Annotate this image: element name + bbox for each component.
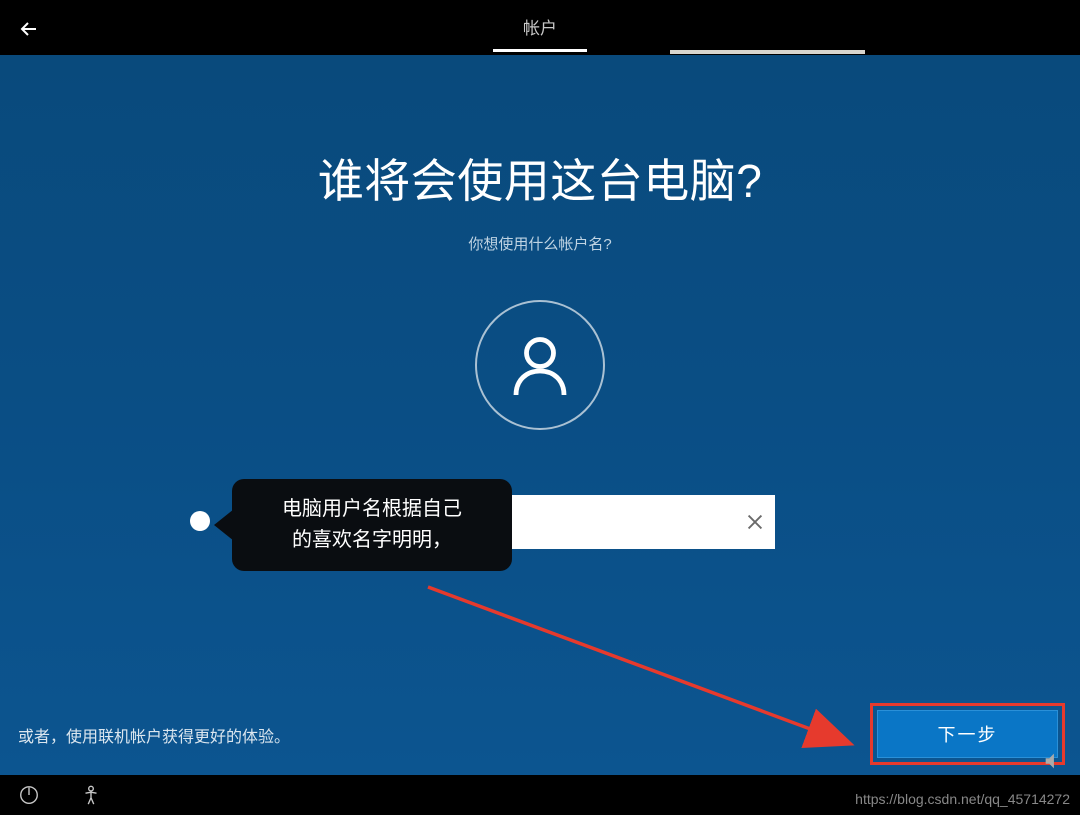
next-button[interactable]: 下一步 (877, 710, 1058, 758)
page-title: 谁将会使用这台电脑? (0, 55, 1080, 211)
volume-icon[interactable] (1042, 750, 1064, 777)
online-account-link[interactable]: 或者，使用联机帐户获得更好的体验。 (18, 723, 290, 747)
arrow-left-icon (17, 17, 41, 41)
tooltip-line-1: 电脑用户名根据自己 (282, 494, 462, 525)
page-subtitle: 你想使用什么帐户名? (0, 233, 1080, 254)
tab-bar: 帐户 (473, 0, 607, 55)
tab-account[interactable]: 帐户 (473, 0, 607, 55)
status-bar: https://blog.csdn.net/qq_45714272 (0, 775, 1080, 815)
tab-label: 帐户 (523, 14, 557, 39)
annotation-arrow (400, 545, 880, 785)
tooltip-line-2: 的喜欢名字明明， (292, 525, 452, 556)
watermark-text: https://blog.csdn.net/qq_45714272 (855, 791, 1070, 807)
annotation-tooltip: 电脑用户名根据自己 的喜欢名字明明， (232, 479, 512, 571)
ease-of-access-icon[interactable] (80, 784, 102, 806)
annotation-highlight-box: 下一步 (870, 703, 1065, 765)
close-icon (744, 511, 766, 533)
next-button-label: 下一步 (938, 721, 998, 747)
topbar: 帐户 (0, 0, 1080, 55)
user-icon (504, 329, 576, 401)
tab-underline (670, 50, 865, 54)
main-panel: 谁将会使用这台电脑? 你想使用什么帐户名? 电脑用户名根据自己 的喜欢名字明明，… (0, 55, 1080, 775)
power-icon[interactable] (18, 784, 40, 806)
annotation-dot (190, 511, 210, 531)
avatar-placeholder (475, 300, 605, 430)
back-button[interactable] (15, 15, 43, 43)
clear-input-button[interactable] (738, 505, 772, 539)
